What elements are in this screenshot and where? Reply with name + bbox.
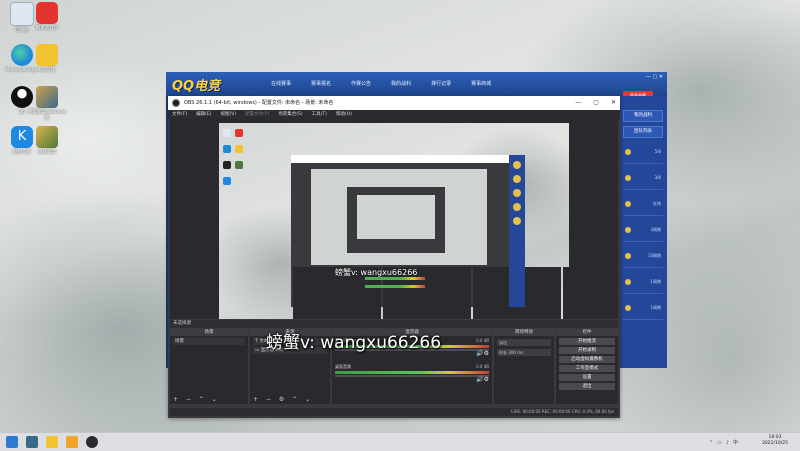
taskbar-league-icon[interactable] bbox=[26, 436, 38, 448]
trophy-icon bbox=[625, 253, 631, 259]
qq-card[interactable]: 10周期 bbox=[623, 247, 663, 268]
scenes-dock: 场景 场景 + − ⌃ ⌄ bbox=[170, 329, 248, 404]
mixer-channel-desktop: 桌面音频 0.0 dB 🔊⚙ bbox=[335, 364, 489, 383]
sources-toolbar[interactable]: + − ⚙ ⌃ ⌄ bbox=[253, 396, 313, 403]
menu-file[interactable]: 文件(F) bbox=[172, 110, 187, 119]
trophy-icon bbox=[625, 175, 631, 181]
mini-qqgame-icon bbox=[235, 145, 243, 153]
obs-title-bar: OBS 26.1.1 (64-bit, windows) - 配置文件: 未命名… bbox=[168, 96, 620, 110]
qq-esports-header: QQ电竞 在线赛事 赛事报名 作赛公告 我的战利 排行记录 赛事商城 — ▢ ✕ bbox=[166, 72, 667, 96]
nested-qq-sidebar bbox=[509, 155, 525, 307]
transitions-dock: 转场特效 淡出 时长 300 ms bbox=[494, 329, 554, 404]
trophy-icon bbox=[625, 227, 631, 233]
qq-card[interactable]: 1周期 bbox=[623, 299, 663, 320]
obs-window-controls: — ▢ ✕ bbox=[575, 96, 616, 110]
qq-sidebar: 我的战利 团队列表 5/6 3/6 在线 3周期 10周期 1周期 1周期 bbox=[619, 96, 667, 368]
menu-view[interactable]: 视图(V) bbox=[220, 110, 236, 119]
trophy-icon bbox=[625, 279, 631, 285]
controls-dock: 控件 开始推流 开始录制 启动虚拟摄像机 工作室模式 设置 退出 bbox=[556, 329, 618, 404]
obs-preview-area[interactable]: 螃蟹v: wangxu66266 bbox=[170, 119, 618, 319]
minimize-icon[interactable]: — bbox=[575, 96, 581, 110]
trophy-icon bbox=[625, 149, 631, 155]
close-icon[interactable]: ✕ bbox=[611, 96, 616, 110]
qq-card[interactable]: 1周期 bbox=[623, 273, 663, 294]
trophy-icon bbox=[625, 201, 631, 207]
mini-qq-icon bbox=[223, 161, 231, 169]
transition-duration[interactable]: 时长 300 ms bbox=[497, 349, 551, 356]
qq-nav-item[interactable]: 作赛公告 bbox=[351, 80, 371, 87]
obs-source-bar: 未选择源 bbox=[170, 320, 618, 328]
menu-help[interactable]: 帮助(H) bbox=[336, 110, 352, 119]
qq-nav-item[interactable]: 赛事商城 bbox=[471, 80, 491, 87]
obs-logo-icon bbox=[172, 99, 180, 107]
qq-card[interactable]: 3周期 bbox=[623, 221, 663, 242]
system-tray[interactable]: ⌃▭♪中 bbox=[709, 439, 742, 446]
windows-start-icon[interactable] bbox=[6, 436, 18, 448]
volume-meter bbox=[335, 371, 489, 374]
qq-nav-item[interactable]: 在线赛事 bbox=[271, 80, 291, 87]
desktop: 回收站 网易云音乐 Microsoft Edge QQ游戏 QQ 英雄联盟WeG… bbox=[0, 0, 800, 432]
qq-side-bar[interactable]: 我的战利 bbox=[623, 110, 663, 122]
taskbar: ⌃▭♪中 18:03 2021/10/25 bbox=[0, 432, 800, 451]
qq-card[interactable]: 在线 bbox=[623, 195, 663, 216]
mute-speaker-icon[interactable]: 🔊⚙ bbox=[476, 376, 489, 383]
studio-mode-button[interactable]: 工作室模式 bbox=[559, 365, 615, 372]
obs-window[interactable]: OBS 26.1.1 (64-bit, windows) - 配置文件: 未命名… bbox=[168, 96, 620, 418]
mini-recycle-icon bbox=[223, 129, 231, 137]
scenes-toolbar[interactable]: + − ⌃ ⌄ bbox=[173, 396, 220, 403]
netease-music-icon bbox=[36, 2, 58, 24]
qq-esports-nav: 在线赛事 赛事报名 作赛公告 我的战利 排行记录 赛事商城 bbox=[271, 80, 491, 87]
menu-profile[interactable]: 配置文件(P) bbox=[245, 110, 269, 119]
nested-obs-window-2 bbox=[347, 187, 445, 253]
qq-nav-item[interactable]: 我的战利 bbox=[391, 80, 411, 87]
mini-kugou-icon bbox=[223, 177, 231, 185]
mini-netease-icon bbox=[235, 129, 243, 137]
stream-watermark: 螃蟹v: wangxu66266 bbox=[266, 333, 442, 353]
taskbar-folder-icon[interactable] bbox=[66, 436, 78, 448]
nested-obs-window: 螃蟹v: wangxu66266 bbox=[291, 155, 569, 319]
maximize-icon[interactable]: ▢ bbox=[593, 96, 599, 110]
mini-lol-icon bbox=[235, 161, 243, 169]
start-recording-button[interactable]: 开始录制 bbox=[559, 347, 615, 354]
obs-window-title: OBS 26.1.1 (64-bit, windows) - 配置文件: 未命名… bbox=[184, 100, 334, 106]
qq-nav-item[interactable]: 赛事报名 bbox=[311, 80, 331, 87]
qq-window-controls[interactable]: — ▢ ✕ bbox=[646, 74, 663, 80]
menu-scene-collection[interactable]: 场景集合(S) bbox=[278, 110, 302, 119]
lol-wegame-icon bbox=[36, 86, 58, 108]
taskbar-qq-game-icon[interactable] bbox=[46, 436, 58, 448]
trophy-icon bbox=[625, 305, 631, 311]
desktop-icon-qq-game[interactable]: QQ游戏 bbox=[27, 44, 67, 74]
desktop-icon-lol-wegame[interactable]: 英雄联盟WeGame版 bbox=[27, 86, 67, 122]
taskbar-obs-icon[interactable] bbox=[86, 436, 98, 448]
exit-button[interactable]: 退出 bbox=[559, 383, 615, 390]
menu-tools[interactable]: 工具(T) bbox=[312, 110, 327, 119]
transition-select[interactable]: 淡出 bbox=[497, 339, 551, 346]
start-virtual-camera-button[interactable]: 启动虚拟摄像机 bbox=[559, 356, 615, 363]
scene-item[interactable]: 场景 bbox=[173, 338, 245, 345]
obs-status-bar: LIVE: 00:00:00 REC: 00:00:00 CPU: 0.0%, … bbox=[170, 408, 618, 416]
mini-edge-icon bbox=[223, 145, 231, 153]
qq-esports-logo: QQ电竞 bbox=[172, 79, 221, 94]
start-streaming-button[interactable]: 开始推流 bbox=[559, 338, 615, 345]
qq-card[interactable]: 5/6 bbox=[623, 143, 663, 164]
volume-slider[interactable] bbox=[335, 375, 489, 377]
lol-icon bbox=[36, 126, 58, 148]
qq-card[interactable]: 3/6 bbox=[623, 169, 663, 190]
taskbar-clock[interactable]: 18:03 2021/10/25 bbox=[762, 435, 788, 447]
desktop-icon-lol[interactable]: 英雄联盟 bbox=[27, 126, 67, 156]
mute-speaker-icon[interactable]: 🔊⚙ bbox=[476, 350, 489, 357]
desktop-icon-netease-music[interactable]: 网易云音乐 bbox=[27, 2, 67, 32]
qq-nav-item[interactable]: 排行记录 bbox=[431, 80, 451, 87]
qq-game-icon bbox=[36, 44, 58, 66]
nested-watermark: 螃蟹v: wangxu66266 bbox=[335, 268, 418, 277]
obs-menu-bar: 文件(F) 编辑(E) 视图(V) 配置文件(P) 场景集合(S) 工具(T) … bbox=[168, 110, 620, 119]
settings-button[interactable]: 设置 bbox=[559, 374, 615, 381]
qq-team-list-bar[interactable]: 团队列表 bbox=[623, 126, 663, 138]
obs-preview-canvas: 螃蟹v: wangxu66266 bbox=[219, 123, 569, 319]
menu-edit[interactable]: 编辑(E) bbox=[196, 110, 211, 119]
